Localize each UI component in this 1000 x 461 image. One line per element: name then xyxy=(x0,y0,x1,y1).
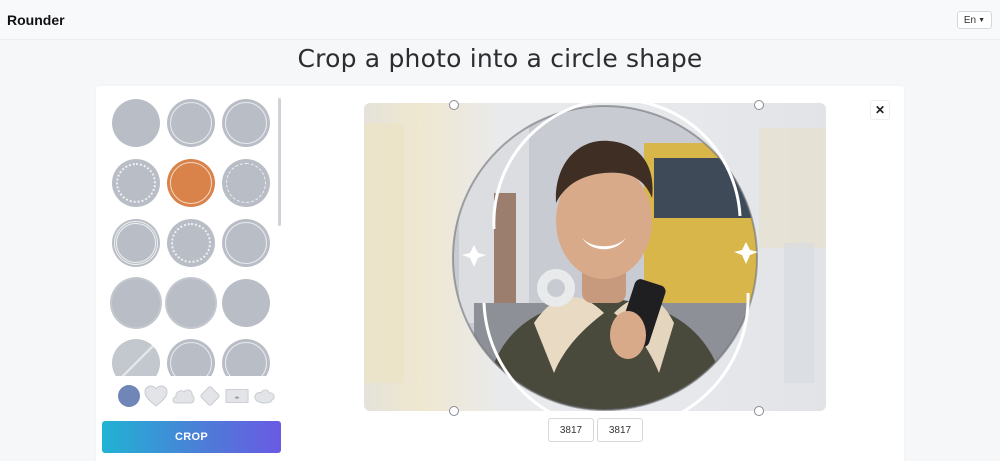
language-label: En xyxy=(963,14,977,26)
height-input[interactable] xyxy=(597,418,643,442)
crop-button[interactable]: CROP xyxy=(102,421,281,453)
blob-shape-icon[interactable] xyxy=(252,385,276,407)
frame-list-scrollbar[interactable] xyxy=(278,98,281,226)
frame-option-2[interactable] xyxy=(167,99,215,147)
frame-option-7[interactable] xyxy=(112,219,160,267)
crop-handle-top-right[interactable] xyxy=(754,100,764,110)
frame-option-8[interactable] xyxy=(167,219,215,267)
frame-option-3[interactable] xyxy=(222,99,270,147)
frame-option-10[interactable] xyxy=(112,279,160,327)
shape-selector: ◂▸ xyxy=(117,385,276,407)
frame-grid xyxy=(104,96,282,376)
frame-option-13[interactable] xyxy=(112,339,160,376)
frame-option-9[interactable] xyxy=(222,219,270,267)
chevron-down-icon: ▼ xyxy=(978,16,985,24)
svg-text:◂▸: ◂▸ xyxy=(234,395,240,401)
heart-shape-icon[interactable] xyxy=(144,385,168,407)
frame-option-4[interactable] xyxy=(112,159,160,207)
frame-style-list[interactable] xyxy=(104,96,282,376)
page-title: Crop a photo into a circle shape xyxy=(297,44,703,73)
crop-handle-bottom-left[interactable] xyxy=(449,406,459,416)
close-icon[interactable]: ✕ xyxy=(870,100,890,120)
frame-option-6[interactable] xyxy=(222,159,270,207)
brand-logo[interactable]: Rounder xyxy=(7,12,65,28)
width-input[interactable] xyxy=(548,418,594,442)
photo-preview xyxy=(364,103,826,411)
crop-handle-top-left[interactable] xyxy=(449,100,459,110)
cloud-shape-icon[interactable] xyxy=(171,385,195,407)
rectangle-shape-icon[interactable]: ◂▸ xyxy=(225,385,249,407)
language-dropdown[interactable]: En ▼ xyxy=(956,11,992,29)
frame-option-1[interactable] xyxy=(112,99,160,147)
frame-option-5[interactable] xyxy=(167,159,215,207)
top-navbar: Rounder En ▼ xyxy=(0,0,1000,40)
frame-option-14[interactable] xyxy=(167,339,215,376)
diamond-shape-icon[interactable] xyxy=(198,385,222,407)
frame-option-12[interactable] xyxy=(222,279,270,327)
circle-shape-icon[interactable] xyxy=(117,385,141,407)
frame-option-11[interactable] xyxy=(167,279,215,327)
image-crop-canvas[interactable] xyxy=(364,103,826,411)
frame-option-15[interactable] xyxy=(222,339,270,376)
crop-handle-bottom-right[interactable] xyxy=(754,406,764,416)
